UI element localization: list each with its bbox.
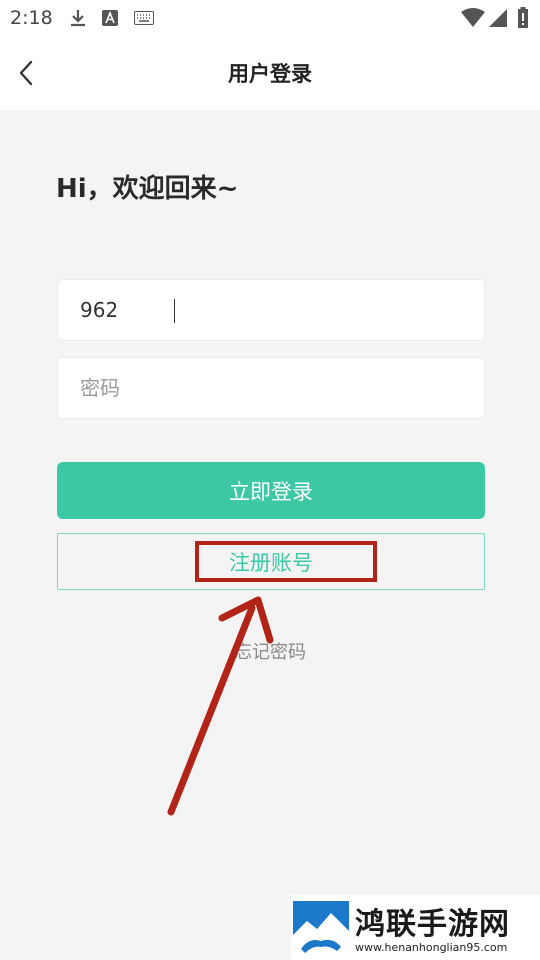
page-title: 用户登录 [228, 62, 312, 86]
download-icon [71, 10, 85, 27]
battery-icon [518, 7, 528, 28]
username-field-container [57, 279, 485, 341]
username-input[interactable] [58, 280, 484, 340]
password-field-container [57, 357, 485, 419]
text-caret [174, 299, 175, 323]
watermark-title: 鸿联手游网 [355, 907, 510, 942]
nav-bar: 用户登录 [0, 36, 540, 110]
password-input[interactable] [58, 358, 484, 418]
watermark-logo-icon [293, 901, 349, 955]
watermark-url: www.henanhonglian95.com [355, 941, 508, 954]
signal-icon [489, 9, 507, 27]
greeting-heading: Hi，欢迎回来~ [56, 174, 239, 204]
watermark: 鸿联手游网 www.henanhonglian95.com [291, 895, 540, 960]
status-time: 2:18 [10, 7, 53, 29]
wifi-icon [461, 8, 485, 27]
font-icon [102, 10, 118, 26]
keyboard-icon [134, 11, 154, 25]
login-button[interactable]: 立即登录 [57, 462, 485, 519]
status-bar: 2:18 [0, 0, 540, 36]
forgot-password-link[interactable]: 忘记密码 [0, 638, 540, 664]
annotation-highlight-box [195, 541, 377, 582]
